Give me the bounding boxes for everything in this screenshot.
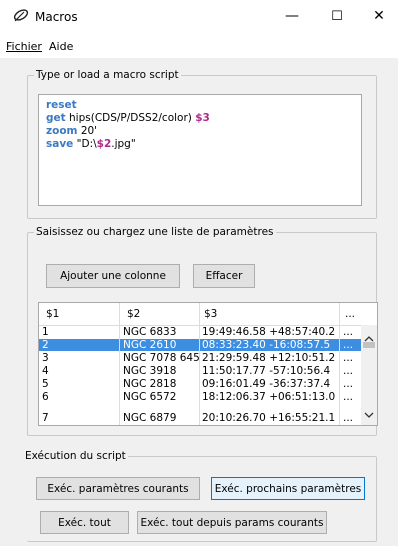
table-cell: 6 [42,391,49,403]
table-cell: NGC 2818 [123,378,177,390]
script-text: hips(CDS/P/DSS2/color) [65,112,196,124]
script-line-4: save "D:\$2.jpg" [46,138,136,150]
clear-button[interactable]: Effacer [193,264,255,288]
table-cell: 18:12:06.37 +06:51:13.0 [202,391,336,403]
run-next-params-button[interactable]: Exéc. prochains paramètres [211,477,365,500]
table-cell: NGC 6833 [123,326,177,338]
script-keyword: save [46,138,74,150]
script-param: $3 [195,112,210,124]
maximize-button[interactable]: ☐ [322,4,352,28]
table-row[interactable]: 5 NGC 2818 09:16:01.49 -36:37:37.4 ... [39,378,361,390]
close-button[interactable]: ✕ [364,4,394,28]
table-cell: NGC 6572 [123,391,177,403]
run-current-params-button[interactable]: Exéc. paramètres courants [36,477,200,500]
macro-script-editor[interactable]: reset get hips(CDS/P/DSS2/color) $3 zoom… [38,94,362,206]
table-cell: 3 [42,352,49,364]
script-line-2: get hips(CDS/P/DSS2/color) $3 [46,112,210,124]
table-cell: 7 [42,412,49,424]
table-scrollbar[interactable] [361,325,377,425]
table-cell: 09:16:01.49 -36:37:37.4 [202,378,331,390]
table-cell: ... [343,412,354,424]
column-divider [199,303,200,425]
script-text: 20' [77,125,98,137]
table-row[interactable]: 3 NGC 7078 645 21:29:59.48 +12:10:51.2 .… [39,352,361,364]
table-cell: ... [343,378,354,390]
table-row[interactable]: 6 NGC 6572 18:12:06.37 +06:51:13.0 ... [39,391,361,403]
run-all-from-current-button[interactable]: Exéc. tout depuis params courants [137,511,327,534]
run-all-button[interactable]: Exéc. tout [40,511,129,534]
script-keyword: reset [46,99,77,111]
scroll-thumb[interactable] [363,342,375,348]
params-table[interactable]: $1 $2 $3 ... 1 NGC 6833 19:49:46.58 +48:… [38,302,378,426]
params-group-legend: Saisissez ou chargez une liste de paramè… [34,226,276,238]
table-cell: ... [343,391,354,403]
script-text: "D:\ [73,138,97,150]
minimize-button[interactable]: — [277,4,307,28]
script-line-1: reset [46,99,77,111]
table-cell: 2 [42,339,49,351]
title-bar: Macros — ☐ ✕ [0,0,398,36]
macros-window: Macros — ☐ ✕ Fichier Aide Type or load a… [0,0,398,546]
scroll-down-arrow-icon[interactable] [364,409,374,422]
table-cell: NGC 7078 645 [123,352,200,364]
script-line-3: zoom 20' [46,125,97,137]
column-header[interactable]: $3 [204,308,217,320]
add-column-button[interactable]: Ajouter une colonne [46,264,180,288]
script-group-legend: Type or load a macro script [34,69,181,81]
script-keyword: zoom [46,125,78,137]
table-cell: 19:49:46.58 +48:57:40.2 [202,326,336,338]
column-divider [119,303,120,425]
table-cell: 20:10:26.70 +16:55:21.1 [202,412,336,424]
menu-fichier[interactable]: Fichier [6,40,42,53]
table-cell: NGC 3918 [123,365,177,377]
table-cell: ... [343,326,354,338]
table-cell: NGC 2610 [123,339,177,351]
table-cell: ... [343,352,354,364]
menu-bar: Fichier Aide [0,36,398,58]
table-row-partial[interactable]: 7 NGC 6879 20:10:26.70 +16:55:21.1 ... [39,404,361,424]
table-cell: ... [343,339,354,351]
script-text: .jpg" [111,138,136,150]
table-cell: 1 [42,326,49,338]
table-row-selected[interactable]: 2 NGC 2610 08:33:23.40 -16:08:57.5 ... [39,339,361,351]
table-cell: 08:33:23.40 -16:08:57.5 [202,339,331,351]
table-cell: 21:29:59.48 +12:10:51.2 [202,352,336,364]
telescope-icon [12,8,30,24]
table-header: $1 $2 $3 ... [39,303,361,325]
script-keyword: get [46,112,66,124]
script-param: $2 [96,138,112,150]
menu-aide[interactable]: Aide [49,40,73,53]
menu-fichier-label: Fichier [6,40,42,53]
column-header[interactable]: $2 [127,308,140,320]
table-cell: 4 [42,365,49,377]
table-cell: ... [343,365,354,377]
column-header[interactable]: $1 [46,308,59,320]
table-row[interactable]: 1 NGC 6833 19:49:46.58 +48:57:40.2 ... [39,326,361,338]
window-title: Macros [35,10,78,24]
column-header[interactable]: ... [345,308,355,320]
column-divider [339,303,340,425]
exec-group-legend: Exécution du script [23,450,128,462]
table-cell: NGC 6879 [123,412,177,424]
table-row[interactable]: 4 NGC 3918 11:50:17.77 -57:10:56.4 ... [39,365,361,377]
table-cell: 11:50:17.77 -57:10:56.4 [202,365,331,377]
table-cell: 5 [42,378,49,390]
